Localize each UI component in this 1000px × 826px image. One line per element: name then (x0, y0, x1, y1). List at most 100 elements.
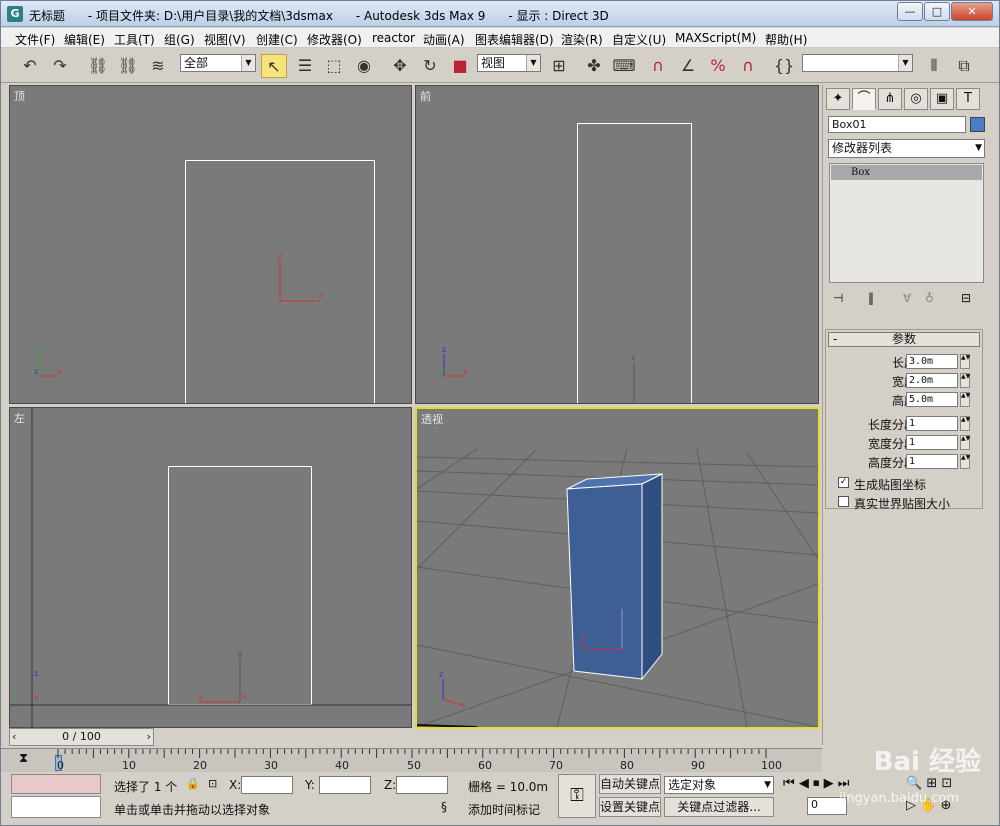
length-input[interactable]: 3.0m (906, 354, 958, 369)
modify-tab-icon[interactable]: ⌒ (852, 88, 876, 110)
selection-filter-dropdown[interactable]: 全部 ▼ (180, 54, 256, 72)
window-crossing-icon[interactable]: ◉ (351, 54, 377, 78)
menu-tools[interactable]: 工具(T) (114, 31, 155, 48)
viewport-perspective[interactable]: 透视 z x y (415, 407, 820, 729)
time-slider[interactable]: ‹ 0 / 100 › (9, 728, 154, 746)
undo-icon[interactable]: ↶ (17, 54, 43, 78)
remove-modifier-icon[interactable]: ♁ (925, 291, 934, 305)
length-segs-spinner[interactable]: ▲▼ (960, 416, 970, 431)
create-tab-icon[interactable]: ✦ (826, 88, 850, 110)
move-icon[interactable]: ✥ (387, 54, 413, 78)
menu-customize[interactable]: 自定义(U) (612, 31, 666, 48)
hierarchy-tab-icon[interactable]: ⋔ (878, 88, 902, 110)
maximize-button[interactable]: □ (924, 2, 950, 21)
y-coord-field[interactable] (319, 776, 371, 794)
rollout-header[interactable]: - 参数 (828, 332, 980, 347)
width-segs-spinner[interactable]: ▲▼ (960, 435, 970, 450)
menu-rendering[interactable]: 渲染(R) (561, 31, 603, 48)
menu-animation[interactable]: 动画(A) (423, 31, 465, 48)
display-tab-icon[interactable]: ▣ (930, 88, 954, 110)
angle-snap-icon[interactable]: ∠ (675, 54, 701, 78)
align-icon[interactable]: ⧉ (951, 54, 977, 78)
close-button[interactable]: ✕ (951, 2, 993, 21)
length-segs-input[interactable]: 1 (906, 416, 958, 431)
width-input[interactable]: 2.0m (906, 373, 958, 388)
height-segs-input[interactable]: 1 (906, 454, 958, 469)
modifier-stack[interactable]: Box (829, 163, 984, 283)
object-color-swatch[interactable] (970, 117, 985, 132)
add-time-tag-button[interactable]: 添加时间标记 (468, 801, 540, 818)
menu-help[interactable]: 帮助(H) (765, 31, 807, 48)
keyboard-shortcut-override-icon[interactable]: ⌨ (611, 54, 637, 78)
object-name-field[interactable]: Box01 (828, 116, 966, 133)
pivot-center-icon[interactable]: ⊞ (546, 54, 572, 78)
key-filters-button[interactable]: 关键点过滤器... (664, 797, 774, 817)
gen-mapping-row[interactable]: ✓ 生成贴图坐标 (838, 476, 978, 492)
show-end-result-icon[interactable]: ‖ (868, 291, 874, 305)
unlink-icon[interactable]: ⛓ (115, 54, 141, 78)
track-bar[interactable]: ⧗ 0 10 20 30 40 50 60 70 80 90 100 (1, 748, 822, 772)
configure-modifier-sets-icon[interactable]: ⊟ (961, 291, 971, 305)
named-selection-sets-dropdown[interactable]: ▼ (802, 54, 913, 72)
real-world-row[interactable]: 真实世界贴图大小 (838, 495, 978, 511)
menu-graph-editors[interactable]: 图表编辑器(D) (475, 31, 554, 48)
menu-file[interactable]: 文件(F) (15, 31, 55, 48)
spinner-snap-icon[interactable]: ∩ (735, 54, 761, 78)
edit-named-selection-icon[interactable]: {} (771, 54, 797, 78)
rotate-icon[interactable]: ↻ (417, 54, 443, 78)
modifier-stack-item[interactable]: Box (831, 165, 982, 180)
box-side-face[interactable] (641, 473, 663, 681)
viewport-left[interactable]: 左 z y x z x y (9, 407, 412, 728)
maxscript-listener-mini[interactable] (11, 774, 101, 794)
pin-stack-icon[interactable]: ⊣ (833, 291, 843, 305)
length-spinner[interactable]: ▲▼ (960, 354, 970, 369)
auto-key-button[interactable]: 自动关键点 (599, 774, 661, 794)
modifier-list-dropdown[interactable]: 修改器列表 ▼ (828, 139, 985, 158)
minimize-button[interactable]: — (897, 2, 923, 21)
rectangular-selection-icon[interactable]: ⬚ (321, 54, 347, 78)
real-world-checkbox[interactable] (838, 496, 849, 507)
menu-create[interactable]: 创建(C) (256, 31, 298, 48)
app-icon[interactable]: G (7, 6, 23, 22)
menu-edit[interactable]: 编辑(E) (64, 31, 105, 48)
height-segs-spinner[interactable]: ▲▼ (960, 454, 970, 469)
select-and-link-icon[interactable]: ⛓ (85, 54, 111, 78)
playback-controls[interactable]: ⏮ ◀ ⏹ ▶ ⏭ (783, 776, 849, 791)
reference-coordinate-dropdown[interactable]: 视图 ▼ (477, 54, 541, 72)
menu-maxscript[interactable]: MAXScript(M) (675, 31, 756, 45)
percent-snap-icon[interactable]: % (705, 54, 731, 78)
menu-reactor[interactable]: reactor (372, 31, 415, 45)
x-coord-field[interactable] (241, 776, 293, 794)
absolute-mode-icon[interactable]: ⊡ (208, 777, 217, 790)
utilities-tab-icon[interactable]: T (956, 88, 980, 110)
menu-views[interactable]: 视图(V) (204, 31, 246, 48)
next-frame-icon[interactable]: › (147, 729, 151, 745)
select-object-icon[interactable]: ↖ (261, 54, 287, 78)
z-coord-field[interactable] (396, 776, 448, 794)
menu-modifiers[interactable]: 修改器(O) (307, 31, 362, 48)
key-mode-icon[interactable]: ⚿ (558, 774, 596, 818)
set-key-button[interactable]: 设置关键点 (599, 797, 661, 817)
scale-icon[interactable]: ■ (447, 54, 473, 78)
gen-mapping-checkbox[interactable]: ✓ (838, 477, 849, 488)
select-by-name-icon[interactable]: ☰ (292, 54, 318, 78)
time-tag-icon[interactable]: § (441, 800, 447, 814)
height-input[interactable]: 5.0m (906, 392, 958, 407)
mirror-icon[interactable]: ⫴ (921, 54, 947, 78)
key-set-dropdown[interactable]: 选定对象 ▼ (664, 776, 774, 794)
select-and-manipulate-icon[interactable]: ✤ (581, 54, 607, 78)
viewport-top[interactable]: 顶 x y y x z (9, 85, 412, 404)
box-front-face[interactable] (566, 483, 643, 680)
width-spinner[interactable]: ▲▼ (960, 373, 970, 388)
height-spinner[interactable]: ▲▼ (960, 392, 970, 407)
lock-icon[interactable]: 🔒 (186, 777, 200, 790)
bind-space-warp-icon[interactable]: ≋ (145, 54, 171, 78)
motion-tab-icon[interactable]: ◎ (904, 88, 928, 110)
redo-icon[interactable]: ↷ (47, 54, 73, 78)
width-segs-input[interactable]: 1 (906, 435, 958, 450)
prev-frame-icon[interactable]: ‹ (12, 729, 16, 745)
make-unique-icon[interactable]: ∀ (903, 291, 911, 305)
maxscript-input[interactable] (11, 796, 101, 818)
viewport-nav-controls[interactable]: 🔍 ⊞ ⊡ (906, 776, 952, 791)
snaps-toggle-icon[interactable]: ∩ (645, 54, 671, 78)
